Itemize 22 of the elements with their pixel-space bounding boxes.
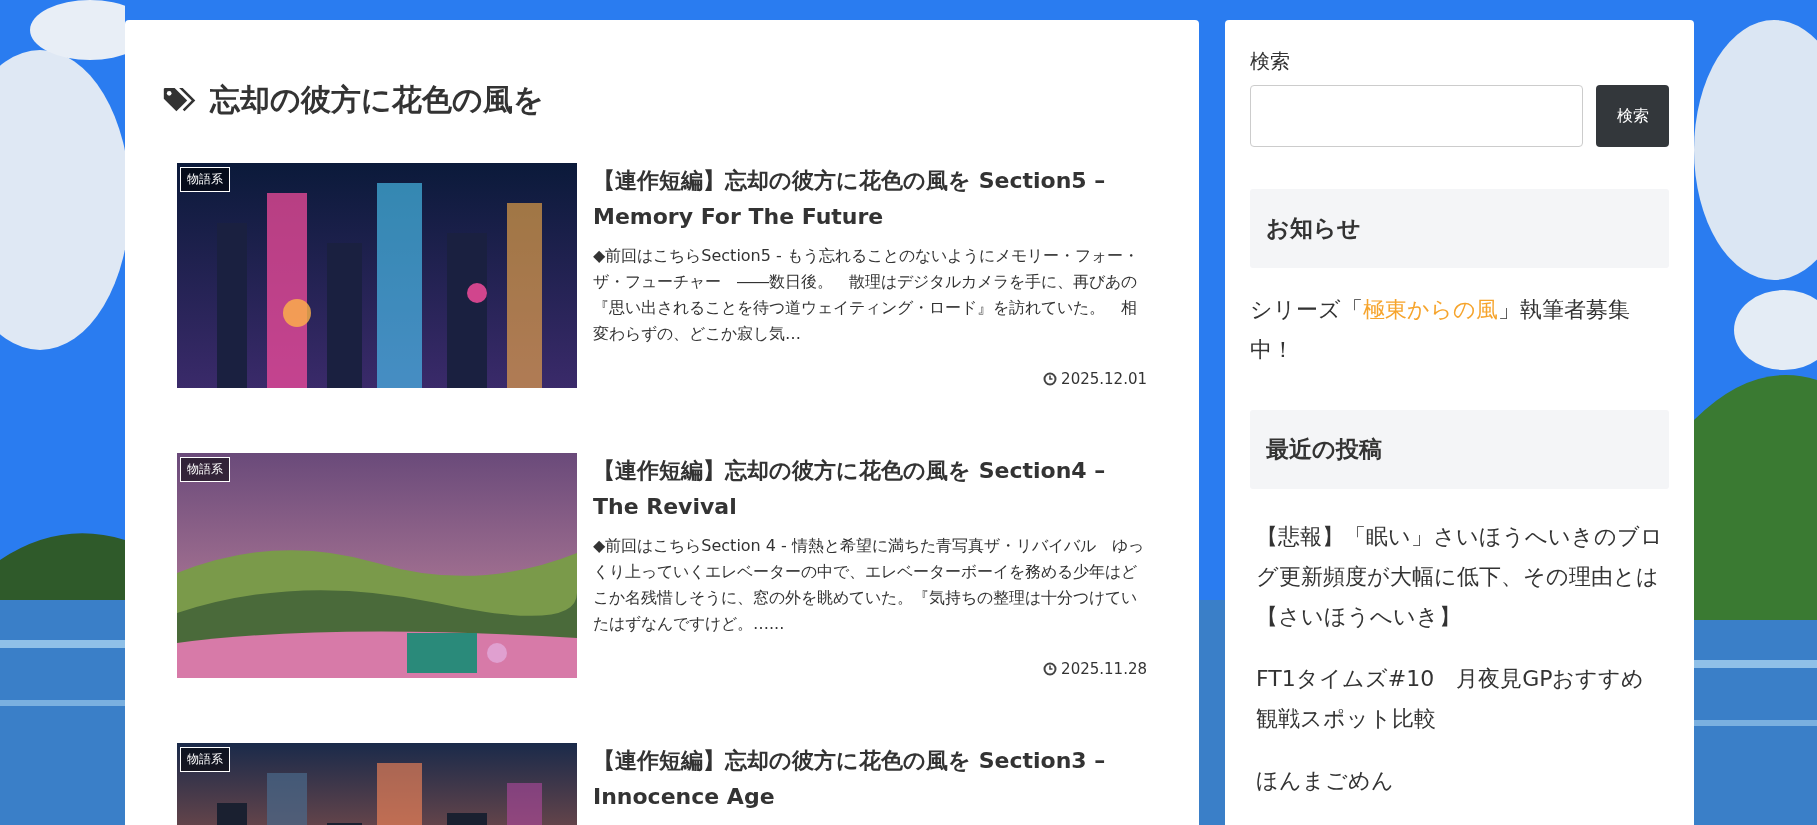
notice-text: シリーズ「極東からの風」執筆者募集中！ xyxy=(1250,296,1631,364)
post-excerpt: ◆前回はこちらSection5 - もう忘れることのないようにメモリー・フォー・ザ・フューチャー ――数日後。 散理はデジタルカメラを手に、再びあの『思い出されることを待つ道ウェイティング・ロード』を訪れていた。 相変わらずの、どこか寂し気… xyxy=(593,245,1140,345)
search-label: 検索 xyxy=(1250,48,1291,75)
category-label[interactable]: 物語系 xyxy=(180,457,230,482)
widget-heading: 最近の投稿 xyxy=(1250,410,1669,489)
post-date: 2025.12.01 xyxy=(1061,370,1147,388)
clock-icon xyxy=(1043,662,1058,676)
post-title-link[interactable]: 【連作短編】忘却の彼方に花色の風を Section4 – The Revival xyxy=(593,453,1147,525)
post-excerpt: ◆前回はこちらSection 4 - 情熱と希望に満ちた青写真ザ・リバイバル ゆっくり上っていくエレベーターの中で、エレベーターボーイを務める少年はどこか名残惜しそうに、窓の外を眺めていた。『気持ちの整理は十分つけていたはずなんですけど。…... xyxy=(593,535,1145,635)
post-title-link[interactable]: 【連作短編】忘却の彼方に花色の風を Section3 – Innocence Age xyxy=(593,743,1147,815)
search-field[interactable] xyxy=(1250,85,1583,147)
post-title-link[interactable]: 【連作短編】忘却の彼方に花色の風を Section5 – Memory For The Future xyxy=(593,163,1147,235)
archive-title: 忘却の彼方に花色の風を xyxy=(210,81,544,119)
search-button[interactable]: 検索 xyxy=(1596,85,1669,147)
category-label[interactable]: 物語系 xyxy=(180,167,230,192)
clock-icon xyxy=(1043,372,1058,386)
recent-post-link[interactable]: FT1タイムズ#10 月夜見GPおすすめ観戦スポット比較 xyxy=(1256,659,1663,739)
category-label[interactable]: 物語系 xyxy=(180,747,230,772)
recent-post-link[interactable]: 【悲報】「眠い」さいほうへいきのブログ更新頻度が大幅に低下、その理由とは【さいほうへいき】 xyxy=(1256,517,1663,637)
recent-post-link[interactable]: ほんまごめん xyxy=(1256,761,1663,801)
widget-heading: お知らせ xyxy=(1250,189,1669,268)
post-date: 2025.11.28 xyxy=(1061,660,1147,678)
